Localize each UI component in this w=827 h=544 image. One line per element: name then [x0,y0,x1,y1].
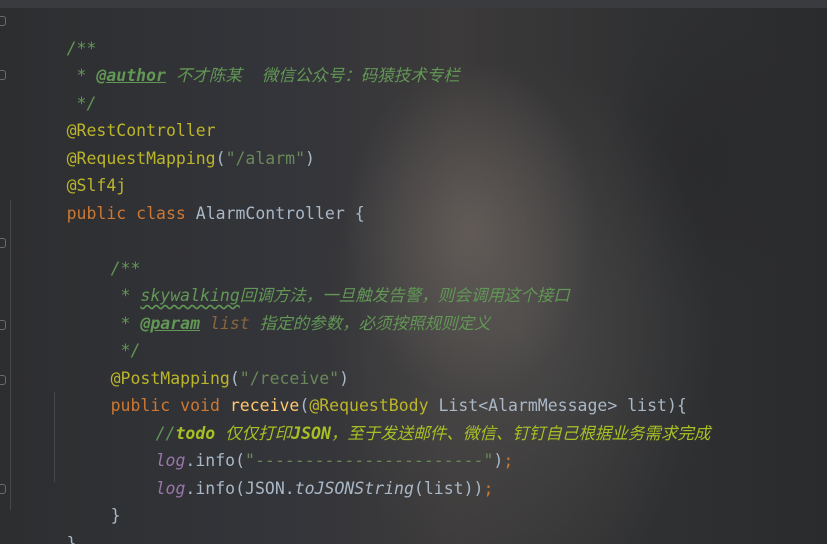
code-editor[interactable]: /** * @author 不才陈某 微信公众号：码猿技术专栏 */ @Rest… [0,0,827,544]
paren: ) [305,149,315,168]
paren: ) [493,451,504,470]
editor-top-bar [0,0,827,8]
semicolon: ; [483,479,494,498]
paren: (list)) [413,479,484,498]
fold-marker-icon[interactable] [0,70,6,80]
doc-param-text: 指定的参数，必须按照规则定义 [249,314,491,333]
code-line-4: @RestController [7,90,216,140]
code-line-19: } [51,475,121,525]
fold-marker-icon[interactable] [0,320,6,330]
code-line-15: //todo 仅仅打印JSON，至于发送邮件、微信、钉钉自己根据业务需求完成 [96,393,711,443]
keyword: public [66,204,137,223]
code-line-5: @RequestMapping("/alarm") [7,118,315,168]
keyword: class [136,204,196,223]
code-line-17: log.info(JSON.toJSONString(list)); [96,448,494,498]
doc-param-tag: @param [140,314,201,333]
fold-marker-icon[interactable] [0,238,6,248]
code-line-11: * @param list 指定的参数，必须按照规则定义 [51,283,491,333]
code-line-14: public void receive(@RequestBody List<Al… [51,365,687,415]
fold-marker-icon[interactable] [0,375,6,385]
code-line-1: /** [7,8,97,58]
code-line-20: } [7,503,77,544]
code-line-12: */ [51,310,141,360]
paren: ( [215,149,226,168]
doc-param-name: list [200,314,250,333]
static-method: toJSONString [294,479,414,498]
code-line-10: * skywalking回调方法，一旦触发告警，则会调用这个接口 [51,255,570,305]
code-line-2: * @author 不才陈某 微信公众号：码猿技术专栏 [7,35,460,85]
class-name: AlarmController { [195,204,365,223]
doc-author-tag: @author [96,66,166,85]
closing-brace: } [66,534,77,544]
fold-marker-icon[interactable] [0,16,6,26]
log-field: log [155,479,186,498]
code-line-3: */ [7,63,97,113]
code-line-9: /** [51,228,141,278]
code-line-16: log.info("-----------------------"); [96,420,514,470]
method-call: .info(JSON. [185,479,295,498]
code-line-13: @PostMapping("/receive") [51,338,349,388]
doc-author-text: 不才陈某 微信公众号：码猿技术专栏 [165,66,460,85]
closing-brace: } [110,506,121,525]
code-line-7: public class AlarmController { [7,173,365,223]
fold-marker-icon[interactable] [0,484,6,494]
code-line-6: @Slf4j [7,145,127,195]
string-literal: "/alarm" [225,149,306,168]
semicolon: ; [503,451,514,470]
